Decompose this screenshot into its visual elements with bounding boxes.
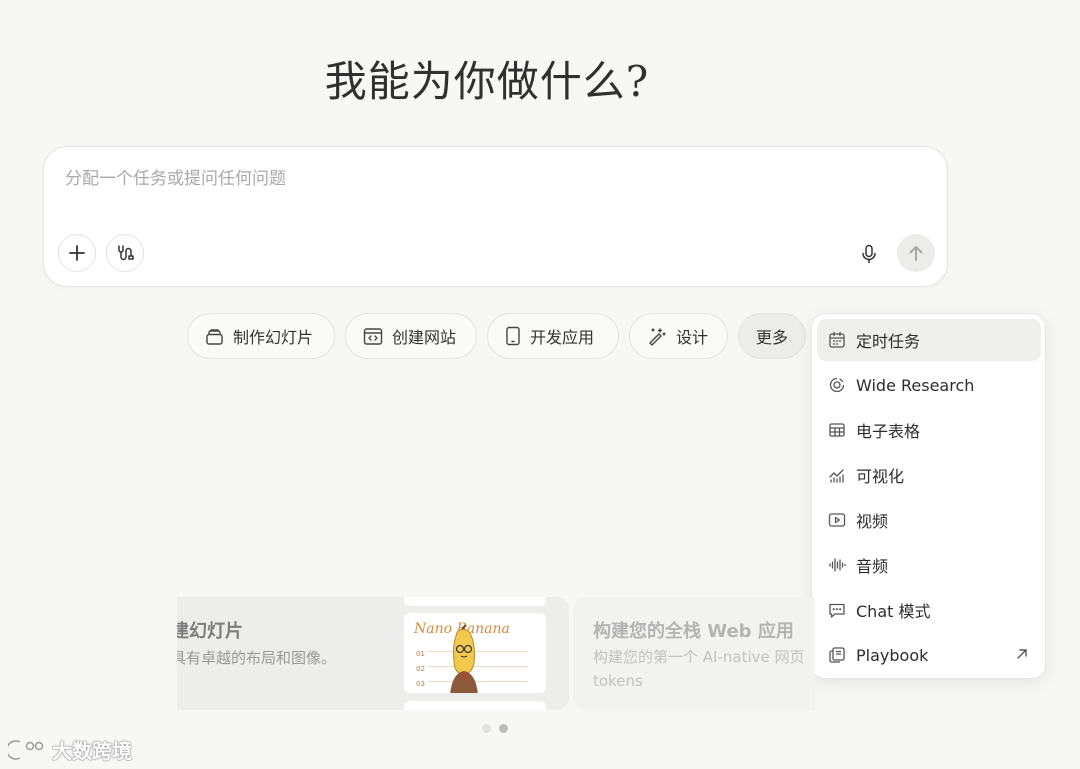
chip-label: 创建网站 bbox=[392, 328, 457, 347]
banana-mascot-icon bbox=[450, 625, 478, 693]
chip-label: 制作幻灯片 bbox=[233, 328, 314, 347]
card-title: 构建您的全栈 Web 应用 bbox=[593, 621, 794, 642]
table-icon bbox=[829, 423, 845, 437]
chip-label: 开发应用 bbox=[530, 328, 595, 347]
stack-icon bbox=[206, 328, 223, 345]
template-card-slides[interactable]: 建幻灯片 具有卓越的布局和图像。 Nano Banana 01 02 03 bbox=[177, 597, 569, 710]
card-thumbnail: Nano Banana 01 02 03 bbox=[404, 597, 546, 710]
waveform-icon bbox=[829, 558, 846, 572]
watermark-logo-icon bbox=[8, 739, 44, 760]
plus-icon bbox=[69, 245, 85, 261]
task-composer bbox=[43, 146, 948, 287]
chat-icon bbox=[829, 603, 845, 618]
card-description: 构建您的第一个 AI-native 网页 tokens bbox=[593, 648, 805, 690]
chart-icon bbox=[829, 469, 844, 483]
watermark-text: 大数跨境 bbox=[52, 739, 132, 763]
thumbnail-lines: 01 02 03 bbox=[416, 650, 425, 688]
card-description: 具有卓越的布局和图像。 bbox=[177, 649, 337, 667]
menu-item-spreadsheet[interactable]: 电子表格 bbox=[817, 409, 1041, 451]
arrow-up-icon bbox=[909, 246, 923, 261]
magic-wand-icon bbox=[649, 328, 666, 346]
microphone-icon bbox=[862, 244, 876, 264]
add-button[interactable] bbox=[58, 234, 96, 272]
chip-app[interactable]: 开发应用 bbox=[487, 313, 619, 359]
task-input[interactable] bbox=[63, 165, 847, 193]
chip-label: 设计 bbox=[676, 328, 709, 347]
menu-item-label: Playbook bbox=[856, 645, 929, 665]
menu-item-label: 可视化 bbox=[856, 467, 905, 486]
carousel-dot-1[interactable] bbox=[482, 724, 491, 733]
phone-icon bbox=[506, 326, 520, 346]
calendar-icon bbox=[829, 331, 845, 348]
menu-item-wide-research[interactable]: Wide Research bbox=[817, 364, 1041, 406]
radar-icon bbox=[829, 377, 845, 393]
menu-item-visualization[interactable]: 可视化 bbox=[817, 454, 1041, 496]
menu-item-label: Chat 模式 bbox=[856, 602, 931, 621]
connectors-button[interactable] bbox=[106, 234, 144, 272]
chip-website[interactable]: 创建网站 bbox=[345, 313, 477, 359]
menu-item-playbook[interactable]: Playbook bbox=[817, 634, 1041, 676]
chip-label: 更多 bbox=[756, 328, 789, 347]
menu-item-scheduled-task[interactable]: 定时任务 bbox=[817, 319, 1041, 361]
menu-item-chat-mode[interactable]: Chat 模式 bbox=[817, 589, 1041, 631]
external-link-icon bbox=[1017, 649, 1027, 659]
template-card-webapp[interactable]: 构建您的全栈 Web 应用 构建您的第一个 AI-native 网页 token… bbox=[573, 597, 815, 710]
more-menu: 定时任务 Wide Research 电子表格 可视化 视频 音频 Chat 模… bbox=[811, 313, 1046, 679]
video-icon bbox=[828, 513, 846, 527]
chip-slides[interactable]: 制作幻灯片 bbox=[187, 313, 335, 359]
template-carousel: 建幻灯片 具有卓越的布局和图像。 Nano Banana 01 02 03 构建… bbox=[177, 597, 815, 710]
menu-item-label: 定时任务 bbox=[856, 332, 921, 351]
code-window-icon bbox=[363, 327, 383, 345]
card-title: 建幻灯片 bbox=[177, 621, 243, 642]
playbook-icon bbox=[829, 647, 845, 663]
carousel-pagination bbox=[482, 724, 508, 733]
menu-item-label: Wide Research bbox=[856, 375, 975, 395]
microphone-button[interactable] bbox=[856, 241, 882, 267]
page-title: 我能为你做什么? bbox=[324, 57, 650, 106]
menu-item-label: 音频 bbox=[856, 557, 889, 576]
chip-more[interactable]: 更多 bbox=[738, 313, 806, 359]
menu-item-label: 电子表格 bbox=[856, 422, 921, 441]
watermark: 大数跨境 bbox=[8, 735, 132, 764]
send-button[interactable] bbox=[897, 234, 935, 272]
carousel-dot-2[interactable] bbox=[499, 724, 508, 733]
menu-item-label: 视频 bbox=[856, 512, 889, 531]
chip-design[interactable]: 设计 bbox=[629, 313, 728, 359]
menu-item-video[interactable]: 视频 bbox=[817, 499, 1041, 541]
menu-item-audio[interactable]: 音频 bbox=[817, 544, 1041, 586]
plug-icon bbox=[118, 245, 134, 261]
